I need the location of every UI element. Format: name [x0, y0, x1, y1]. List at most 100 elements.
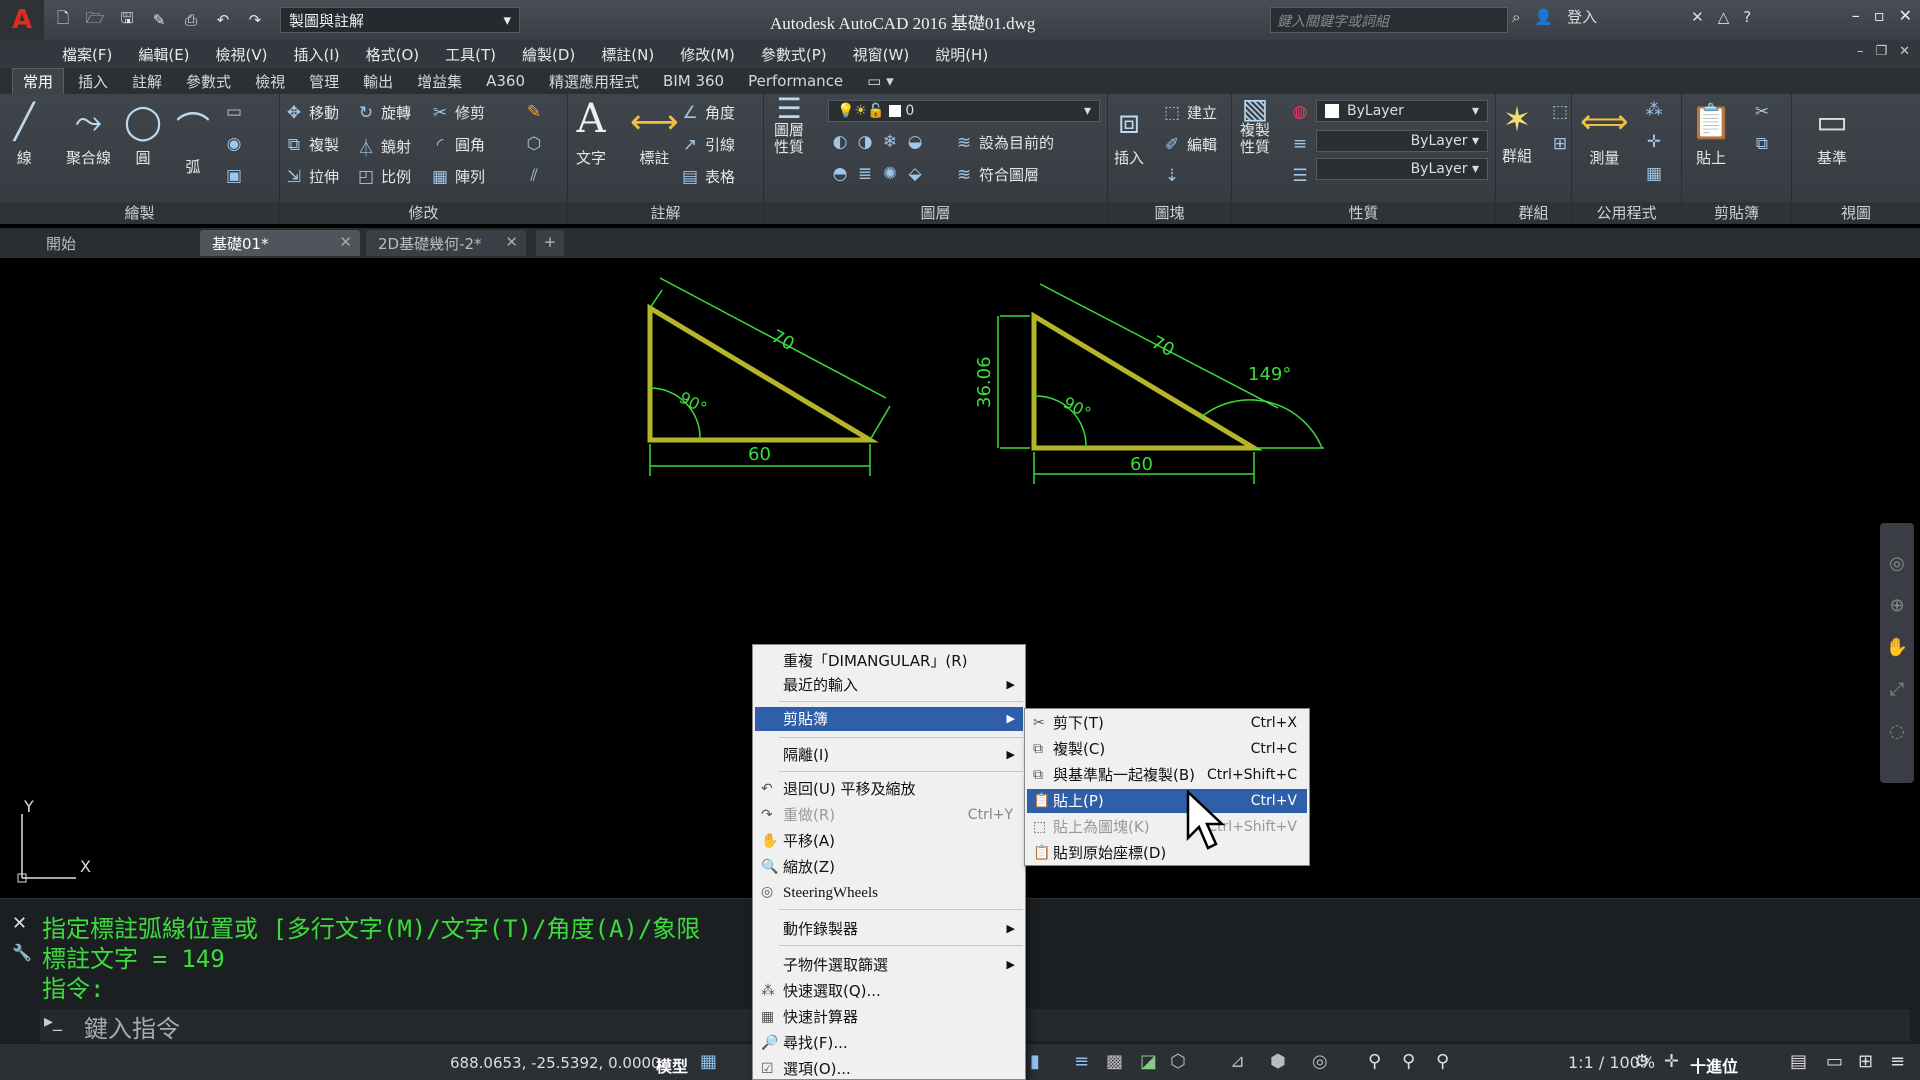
selection-cycling-icon[interactable]: ◪ [1140, 1051, 1157, 1072]
circle-button[interactable]: ◯ 圓 [124, 102, 162, 168]
doc-restore-icon[interactable]: ❐ [1875, 44, 1887, 59]
3d-osnap-icon[interactable]: ⬡ [1170, 1051, 1186, 1072]
cut-icon[interactable]: ✂ [1752, 102, 1772, 122]
tab-start[interactable]: 開始 [34, 230, 200, 256]
menu-quickcalc[interactable]: ▦ 快速計算器 [755, 1005, 1023, 1029]
leader-button[interactable]: ↗ 引線 [680, 134, 735, 155]
close-tab-icon[interactable]: ✕ [339, 233, 352, 251]
color-wheel-icon[interactable]: ◍ [1290, 102, 1310, 122]
auto-scale-icon[interactable]: ⚲ [1402, 1051, 1415, 1072]
dimension-button[interactable]: ⟷ 標註 [630, 102, 679, 168]
move-button[interactable]: ✥ 移動 [284, 102, 339, 123]
menu-window[interactable]: 視窗(W) [853, 44, 910, 65]
save-as-icon[interactable]: ✎ [146, 8, 172, 32]
maximize-icon[interactable]: ▫ [1874, 6, 1885, 25]
layer-unlock-icon[interactable]: ⬙ [905, 164, 925, 184]
group-edit-icon[interactable]: ⊞ [1550, 134, 1570, 154]
annotation-visibility-icon[interactable]: ⚲ [1368, 1051, 1381, 1072]
tab-parametric[interactable]: 參數式 [176, 69, 241, 94]
layer-isolate-icon[interactable]: ◑ [855, 132, 875, 152]
insert-block-button[interactable]: ⧈ 插入 [1114, 102, 1144, 168]
lineweight-toggle-icon[interactable]: ≡ [1074, 1051, 1089, 1072]
draw-panel-title[interactable]: 繪製 [0, 202, 279, 224]
open-file-icon[interactable]: 🗁 [82, 8, 108, 32]
undo-icon[interactable]: ↶ [210, 8, 236, 32]
steering-wheel-icon[interactable]: ⊕ [1880, 585, 1914, 627]
submenu-paste-to-original[interactable]: 📋 貼到原始座標(D) [1027, 841, 1307, 865]
tab-drawing-02[interactable]: 2D基礎幾何-2* ✕ [366, 230, 526, 256]
workspace-dropdown[interactable]: 製圖與註解 ▾ [280, 7, 520, 33]
redo-icon[interactable]: ↷ [242, 8, 268, 32]
menu-redo[interactable]: ↷ 重做(R) Ctrl+Y [755, 803, 1023, 827]
a360-icon[interactable]: △ [1718, 8, 1730, 26]
menu-tools[interactable]: 工具(T) [445, 44, 496, 65]
menu-clipboard[interactable]: 剪貼簿 ▶ [755, 707, 1023, 731]
hardware-acceleration-icon[interactable]: ▭ [1826, 1051, 1843, 1072]
rectangle-icon[interactable]: ▭ [224, 102, 244, 122]
tab-bim360[interactable]: BIM 360 [653, 70, 734, 92]
close-icon[interactable]: ✕ [12, 913, 27, 934]
triangle-1[interactable] [647, 303, 880, 443]
edit-block-button[interactable]: ✐ 編輯 [1162, 134, 1217, 155]
menu-repeat-dimangular[interactable]: 重複「DIMANGULAR」(R) [755, 649, 1023, 673]
submenu-paste[interactable]: 📋 貼上(P) Ctrl+V [1027, 789, 1307, 813]
menu-recent-input[interactable]: 最近的輸入 ▶ [755, 673, 1023, 697]
tab-manage[interactable]: 管理 [299, 69, 349, 94]
filter-icon[interactable]: ⬢ [1270, 1051, 1286, 1072]
menu-insert[interactable]: 插入(I) [294, 44, 340, 65]
trim-button[interactable]: ✂ 修剪 [430, 102, 485, 123]
quick-properties-icon[interactable]: ▤ [1790, 1051, 1807, 1072]
minimize-icon[interactable]: – [1852, 6, 1860, 25]
layer-off-icon[interactable]: ◐ [830, 132, 850, 152]
view-panel-title[interactable]: 視圖 [1792, 202, 1920, 224]
clipboard-panel-title[interactable]: 剪貼簿 [1682, 202, 1791, 224]
point-icon[interactable]: ✛ [1644, 132, 1664, 152]
erase-icon[interactable]: ✎ [524, 102, 544, 122]
ribbon-toggle-icon[interactable]: ▭ ▾ [857, 70, 903, 92]
menu-zoom[interactable]: 🔍 縮放(Z) [755, 855, 1023, 879]
menu-find[interactable]: 🔎 尋找(F)... [755, 1031, 1023, 1055]
rotate-button[interactable]: ↻ 旋轉 [356, 102, 411, 123]
grid-icon[interactable]: ▦ [700, 1051, 717, 1072]
table-button[interactable]: ▤ 表格 [680, 166, 735, 187]
calculator-icon[interactable]: ▦ [1644, 164, 1664, 184]
navigation-bar[interactable]: ◎ ⊕ ✋ ⤢ ◌ [1880, 523, 1914, 783]
measure-button[interactable]: ⟺ 測量 [1580, 102, 1629, 168]
save-icon[interactable]: 🖫 [114, 8, 140, 32]
linetype-dropdown[interactable]: ByLayer ▾ [1316, 130, 1488, 152]
annotation-monitor-icon[interactable]: ✛ [1664, 1051, 1679, 1072]
menu-parametric[interactable]: 參數式(P) [761, 44, 827, 65]
fillet-button[interactable]: ◜ 圓角 [430, 134, 485, 155]
menu-steeringwheels[interactable]: ◎ SteeringWheels [755, 881, 1023, 905]
match-layer-button[interactable]: ≋ 符合圖層 [954, 164, 1039, 185]
triangle-2[interactable] [1031, 311, 1264, 451]
utilities-panel-title[interactable]: 公用程式 [1572, 202, 1681, 224]
menu-action-recorder[interactable]: 動作錄製器 ▶ [755, 917, 1023, 941]
tab-a360[interactable]: A360 [476, 70, 535, 92]
create-block-button[interactable]: ⬚ 建立 [1162, 102, 1217, 123]
group-button[interactable]: ✶ 群組 [1502, 100, 1532, 166]
layers-panel-title[interactable]: 圖層 [764, 202, 1107, 224]
transparency-icon[interactable]: ▩ [1106, 1051, 1123, 1072]
layer-dropdown[interactable]: 💡☀🔓 0 ▾ [828, 100, 1100, 122]
autocad-logo-icon[interactable]: A [0, 0, 44, 40]
tab-performance[interactable]: Performance [738, 70, 853, 92]
tab-insert[interactable]: 插入 [68, 69, 118, 94]
tab-annotate[interactable]: 註解 [122, 69, 172, 94]
menu-draw[interactable]: 繪製(D) [522, 44, 575, 65]
menu-subobject-filter[interactable]: 子物件選取篩選 ▶ [755, 953, 1023, 977]
print-icon[interactable]: ⎙ [178, 8, 204, 32]
quick-select-icon[interactable]: ⁂ [1644, 100, 1664, 120]
groups-panel-title[interactable]: 群組 [1496, 202, 1571, 224]
properties-panel-title[interactable]: 性質 [1232, 202, 1495, 224]
annotation-scale-icon[interactable]: ⚲ [1436, 1051, 1449, 1072]
copy-button[interactable]: ⧉ 複製 [284, 134, 339, 155]
layer-properties-button[interactable]: ☰ 圖層 性質 [774, 95, 804, 156]
new-tab-icon[interactable]: + [536, 230, 564, 256]
array-button[interactable]: ▦ 陣列 [430, 166, 485, 187]
menu-edit[interactable]: 編輯(E) [138, 44, 189, 65]
ungroup-icon[interactable]: ⬚ [1550, 102, 1570, 122]
tab-drawing-01[interactable]: 基礎01* ✕ [200, 230, 360, 256]
model-space-button[interactable]: 模型 [656, 1053, 688, 1077]
paste-button[interactable]: 📋 貼上 [1690, 102, 1732, 168]
